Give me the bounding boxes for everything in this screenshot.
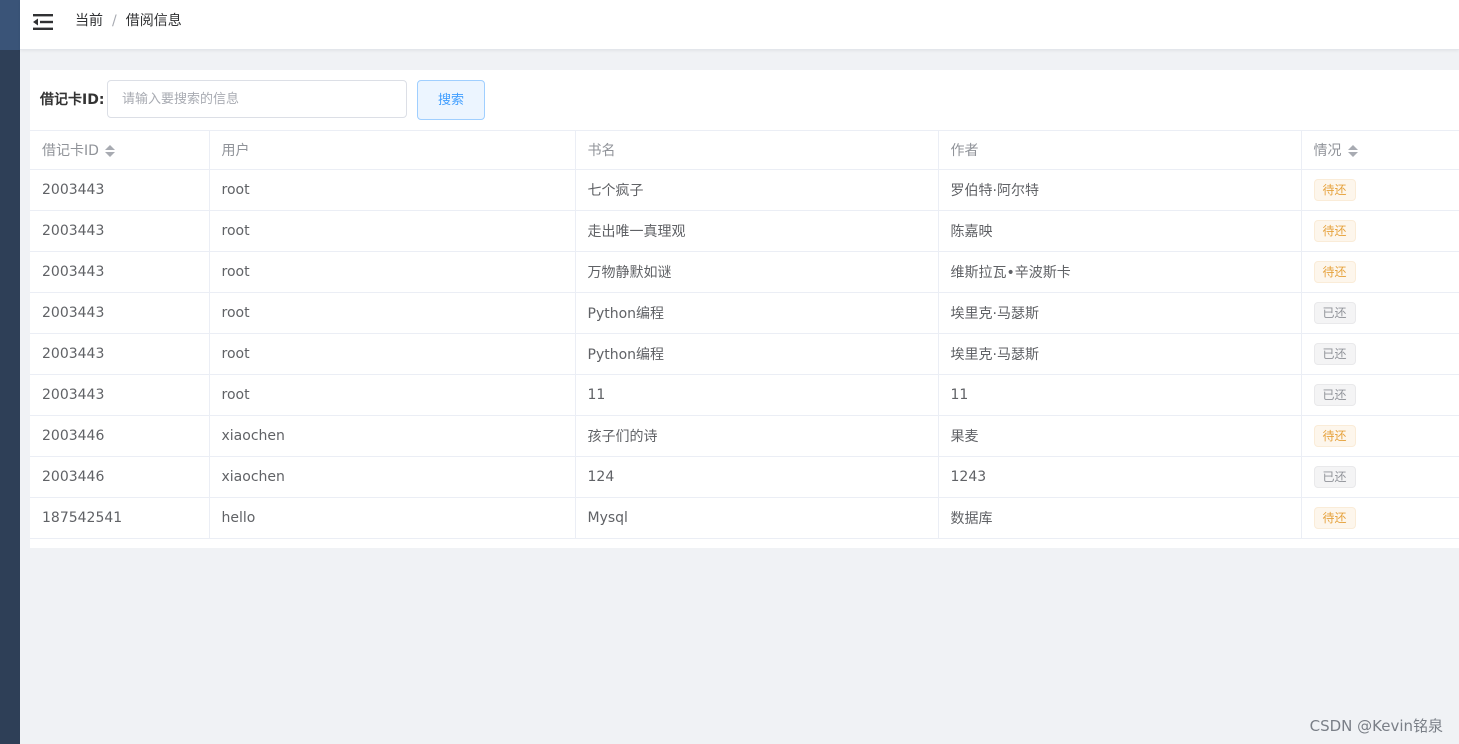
cell-status: 已还 xyxy=(1301,456,1459,498)
content-panel: 借记卡ID: 搜索 借记卡ID 用户 书名 作者 情况 2003443root七… xyxy=(30,70,1459,548)
cell-user: root xyxy=(209,210,576,252)
breadcrumb-separator: / xyxy=(112,13,117,29)
sort-icon[interactable] xyxy=(1347,144,1358,158)
cell-book: Mysql xyxy=(575,497,939,539)
search-label: 借记卡ID: xyxy=(40,92,105,108)
cell-card-id: 2003443 xyxy=(30,374,210,416)
status-badge: 已还 xyxy=(1313,384,1356,406)
status-badge: 已还 xyxy=(1313,466,1356,488)
cell-user: xiaochen xyxy=(209,456,576,498)
cell-book: Python编程 xyxy=(575,292,939,334)
column-header-label: 借记卡ID xyxy=(42,143,99,159)
column-header-label: 书名 xyxy=(587,143,616,159)
cell-card-id: 187542541 xyxy=(30,497,210,539)
cell-user: root xyxy=(209,169,576,211)
cell-book: 孩子们的诗 xyxy=(575,415,939,457)
cell-book: 走出唯一真理观 xyxy=(575,210,939,252)
table-row[interactable]: 2003443 root 走出唯一真理观 陈嘉映 待还 xyxy=(30,210,1459,252)
cell-book: Python编程 xyxy=(575,333,939,375)
cell-status: 待还 xyxy=(1301,497,1459,539)
cell-book: 11 xyxy=(575,374,939,416)
cell-card-id: 2003443 xyxy=(30,251,210,293)
table-row[interactable]: 2003443 root 11 11 已还 xyxy=(30,374,1459,416)
watermark: CSDN @Kevin铭泉 xyxy=(1309,717,1443,735)
breadcrumb-item-current: 借阅信息 xyxy=(125,13,182,29)
cell-author: 1243 xyxy=(938,456,1302,498)
cell-user: hello xyxy=(209,497,576,539)
cell-card-id: 2003443 xyxy=(30,333,210,375)
cell-user: root xyxy=(209,292,576,334)
column-header-status[interactable]: 情况 xyxy=(1301,130,1459,170)
menu-fold-icon[interactable] xyxy=(33,13,53,31)
search-input[interactable] xyxy=(107,80,407,118)
table-row[interactable]: 2003446 xiaochen 孩子们的诗 果麦 待还 xyxy=(30,415,1459,457)
cell-author: 维斯拉瓦•辛波斯卡 xyxy=(938,251,1302,293)
top-header: 当前 / 借阅信息 xyxy=(20,0,1459,50)
table-body: 2003443 root 七个疯子 罗伯特·阿尔特 待还 2003443 root 走出唯一真… xyxy=(30,169,1459,539)
breadcrumb-item-home[interactable]: 当前 xyxy=(75,13,103,29)
cell-status: 待还 xyxy=(1301,415,1459,457)
cell-book: 七个疯子 xyxy=(575,169,939,211)
sort-icon[interactable] xyxy=(104,144,115,158)
table-row[interactable]: 2003443 root Python编程 埃里克·马瑟斯 已还 xyxy=(30,292,1459,334)
cell-book: 万物静默如谜 xyxy=(575,251,939,293)
cell-author: 数据库 xyxy=(938,497,1302,539)
menu-fold-icon-svg xyxy=(33,14,53,30)
cell-user: root xyxy=(209,333,576,375)
cell-author: 埃里克·马瑟斯 xyxy=(938,333,1302,375)
table-row[interactable]: 2003443 root 七个疯子 罗伯特·阿尔特 待还 xyxy=(30,169,1459,211)
cell-book: 124 xyxy=(575,456,939,498)
cell-user: root xyxy=(209,251,576,293)
column-header-book: 书名 xyxy=(575,130,939,170)
column-header-card-id[interactable]: 借记卡ID xyxy=(30,130,210,170)
borrow-table: 借记卡ID 用户 书名 作者 情况 2003443 root 七个疯子 罗伯特·阿尔特… xyxy=(30,130,1459,539)
search-bar: 借记卡ID: 搜索 xyxy=(30,70,1459,130)
status-badge: 待还 xyxy=(1313,425,1356,447)
status-badge: 已还 xyxy=(1313,343,1356,365)
column-header-label: 情况 xyxy=(1313,143,1342,159)
cell-status: 待还 xyxy=(1301,169,1459,211)
cell-card-id: 2003443 xyxy=(30,169,210,211)
cell-author: 11 xyxy=(938,374,1302,416)
cell-status: 已还 xyxy=(1301,374,1459,416)
cell-author: 埃里克·马瑟斯 xyxy=(938,292,1302,334)
cell-status: 待还 xyxy=(1301,251,1459,293)
table-row[interactable]: 2003443 root 万物静默如谜 维斯拉瓦•辛波斯卡 待还 xyxy=(30,251,1459,293)
table-header: 借记卡ID 用户 书名 作者 情况 xyxy=(30,130,1459,170)
column-header-author: 作者 xyxy=(938,130,1302,170)
search-button[interactable]: 搜索 xyxy=(417,80,485,120)
status-badge: 待还 xyxy=(1313,220,1356,242)
sidebar xyxy=(0,0,20,744)
cell-status: 已还 xyxy=(1301,292,1459,334)
cell-user: root xyxy=(209,374,576,416)
cell-card-id: 2003446 xyxy=(30,456,210,498)
breadcrumb: 当前 / 借阅信息 xyxy=(75,12,182,30)
sidebar-logo-area xyxy=(0,0,20,50)
table-row[interactable]: 2003443 root Python编程 埃里克·马瑟斯 已还 xyxy=(30,333,1459,375)
status-badge: 待还 xyxy=(1313,179,1356,201)
cell-card-id: 2003443 xyxy=(30,210,210,252)
table-header-row: 借记卡ID 用户 书名 作者 情况 xyxy=(30,130,1459,170)
cell-card-id: 2003443 xyxy=(30,292,210,334)
column-header-label: 作者 xyxy=(950,143,979,159)
cell-user: xiaochen xyxy=(209,415,576,457)
cell-status: 已还 xyxy=(1301,333,1459,375)
cell-author: 陈嘉映 xyxy=(938,210,1302,252)
status-badge: 待还 xyxy=(1313,261,1356,283)
cell-author: 罗伯特·阿尔特 xyxy=(938,169,1302,211)
cell-status: 待还 xyxy=(1301,210,1459,252)
cell-author: 果麦 xyxy=(938,415,1302,457)
table-row[interactable]: 187542541 hello Mysql 数据库 待还 xyxy=(30,497,1459,539)
status-badge: 已还 xyxy=(1313,302,1356,324)
table-row[interactable]: 2003446 xiaochen 124 1243 已还 xyxy=(30,456,1459,498)
column-header-label: 用户 xyxy=(221,143,250,159)
column-header-user: 用户 xyxy=(209,130,576,170)
cell-card-id: 2003446 xyxy=(30,415,210,457)
status-badge: 待还 xyxy=(1313,507,1356,529)
